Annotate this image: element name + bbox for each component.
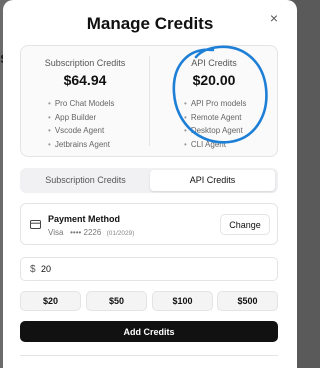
amount-field: $ xyxy=(20,257,278,281)
plan-feature: API Pro models xyxy=(184,97,247,111)
change-payment-button[interactable]: Change xyxy=(220,214,270,235)
amount-presets: $20 $50 $100 $500 xyxy=(20,291,278,311)
preset-100-button[interactable]: $100 xyxy=(152,291,213,311)
plan-subscription-credits: Subscription Credits $64.94 Pro Chat Mod… xyxy=(21,46,149,156)
plan-name: Subscription Credits xyxy=(44,58,126,68)
card-details: Visa •••• 2226 (01/2029) xyxy=(48,228,134,237)
plan-feature-list: API Pro models Remote Agent Desktop Agen… xyxy=(184,97,247,152)
plan-feature: App Builder xyxy=(48,111,114,125)
card-masked-number: •••• 2226 xyxy=(70,228,102,237)
plan-feature: Jetbrains Agent xyxy=(48,138,114,152)
plan-balance: $64.94 xyxy=(63,72,107,88)
tab-subscription-credits[interactable]: Subscription Credits xyxy=(23,170,148,191)
preset-500-button[interactable]: $500 xyxy=(217,291,278,311)
plan-feature-list: Pro Chat Models App Builder Vscode Agent… xyxy=(48,97,115,152)
credits-tab-bar: Subscription Credits API Credits xyxy=(20,168,278,193)
credit-card-icon xyxy=(30,220,41,229)
add-credits-button[interactable]: Add Credits xyxy=(20,321,278,342)
card-expiry: (01/2029) xyxy=(106,230,135,237)
close-icon[interactable]: × xyxy=(267,11,281,25)
plan-feature: Desktop Agent xyxy=(184,124,246,138)
plan-feature: Pro Chat Models xyxy=(48,97,115,111)
plan-feature: CLI Agent xyxy=(184,138,246,152)
amount-input[interactable] xyxy=(41,260,271,278)
credit-plans-card: Subscription Credits $64.94 Pro Chat Mod… xyxy=(20,45,278,157)
payment-method-title: Payment Method xyxy=(48,214,121,224)
divider xyxy=(20,355,278,356)
plan-name: API Credits xyxy=(191,58,237,68)
plan-feature: Remote Agent xyxy=(184,111,246,125)
plan-balance: $20.00 xyxy=(192,72,236,88)
plan-feature: Vscode Agent xyxy=(48,124,114,138)
plan-api-credits: API Credits $20.00 API Pro models Remote… xyxy=(150,46,278,156)
tab-api-credits[interactable]: API Credits xyxy=(150,170,275,191)
payment-method-card: Payment Method Visa •••• 2226 (01/2029) … xyxy=(20,203,278,245)
preset-20-button[interactable]: $20 xyxy=(20,291,81,311)
card-brand: Visa xyxy=(48,228,64,237)
currency-symbol: $ xyxy=(30,264,36,275)
modal-title: Manage Credits xyxy=(86,14,214,33)
preset-50-button[interactable]: $50 xyxy=(86,291,147,311)
manage-credits-modal: Manage Credits × Subscription Credits $6… xyxy=(3,0,297,368)
